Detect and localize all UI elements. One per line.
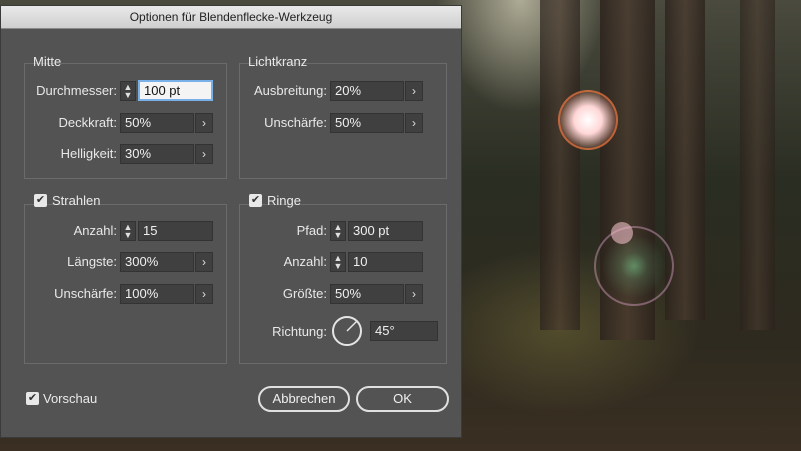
richtung-dial-needle: [346, 320, 358, 332]
blendenflecke-dialog: Optionen für Blendenflecke-Werkzeug Mitt…: [0, 5, 462, 438]
ringe-anzahl-spinner[interactable]: ▲ ▼: [330, 252, 346, 272]
strahlen-unschaerfe-arrow[interactable]: ›: [195, 284, 213, 304]
ringe-checkbox[interactable]: ✔: [249, 194, 262, 207]
lichtkranz-title: Lichtkranz: [248, 54, 308, 69]
dialog-title: Optionen für Blendenflecke-Werkzeug: [1, 6, 461, 29]
vorschau-checkbox[interactable]: ✔: [26, 392, 39, 405]
laengste-arrow[interactable]: ›: [195, 252, 213, 272]
tree-trunk: [740, 0, 775, 330]
groesse-input[interactable]: 50%: [330, 284, 404, 304]
tree-trunk: [540, 0, 580, 330]
flare-center: [558, 90, 618, 150]
ringe-anzahl-label: Anzahl:: [283, 254, 327, 269]
ausbreitung-input[interactable]: 20%: [330, 81, 404, 101]
ringe-title: Ringe: [267, 193, 301, 208]
deckkraft-arrow[interactable]: ›: [195, 113, 213, 133]
laengste-input[interactable]: 300%: [120, 252, 194, 272]
helligkeit-arrow[interactable]: ›: [195, 144, 213, 164]
richtung-dial[interactable]: [332, 316, 362, 346]
helligkeit-input[interactable]: 30%: [120, 144, 194, 164]
vorschau-label: Vorschau: [43, 391, 98, 406]
mitte-title: Mitte: [33, 54, 62, 69]
ringe-anzahl-input[interactable]: 10: [348, 252, 423, 272]
durchmesser-label: Durchmesser:: [36, 83, 117, 98]
laengste-label: Längste:: [67, 254, 117, 269]
cancel-button[interactable]: Abbrechen: [258, 386, 350, 412]
helligkeit-label: Helligkeit:: [60, 146, 117, 161]
richtung-label: Richtung:: [272, 324, 327, 339]
strahlen-unschaerfe-label: Unschärfe:: [54, 286, 117, 301]
groesse-label: Größte:: [282, 286, 327, 301]
pfad-spinner[interactable]: ▲ ▼: [330, 221, 346, 241]
deckkraft-input[interactable]: 50%: [120, 113, 194, 133]
ausbreitung-arrow[interactable]: ›: [405, 81, 423, 101]
strahlen-checkbox[interactable]: ✔: [34, 194, 47, 207]
flare-ring-small: [611, 222, 633, 244]
pfad-input[interactable]: 300 pt: [348, 221, 423, 241]
ok-button[interactable]: OK: [356, 386, 449, 412]
durchmesser-input[interactable]: 100 pt: [138, 80, 213, 101]
flare-ring: [594, 226, 674, 306]
pfad-label: Pfad:: [296, 223, 327, 238]
strahlen-anzahl-label: Anzahl:: [73, 223, 117, 238]
durchmesser-spinner[interactable]: ▲ ▼: [120, 81, 136, 101]
strahlen-unschaerfe-input[interactable]: 100%: [120, 284, 194, 304]
strahlen-anzahl-input[interactable]: 15: [138, 221, 213, 241]
strahlen-title: Strahlen: [52, 193, 101, 208]
lichtkranz-unschaerfe-arrow[interactable]: ›: [405, 113, 423, 133]
groesse-arrow[interactable]: ›: [405, 284, 423, 304]
richtung-input[interactable]: 45°: [370, 321, 438, 341]
lichtkranz-unschaerfe-label: Unschärfe:: [264, 115, 327, 130]
strahlen-anzahl-spinner[interactable]: ▲ ▼: [120, 221, 136, 241]
deckkraft-label: Deckkraft:: [58, 115, 117, 130]
ausbreitung-label: Ausbreitung:: [254, 83, 327, 98]
lichtkranz-unschaerfe-input[interactable]: 50%: [330, 113, 404, 133]
